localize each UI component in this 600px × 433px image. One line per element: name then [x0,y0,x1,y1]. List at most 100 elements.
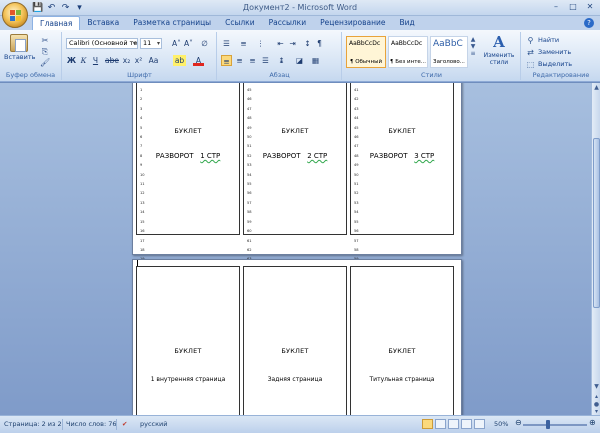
tab-page-layout[interactable]: Разметка страницы [126,16,218,30]
maximize-button[interactable]: □ [565,1,581,13]
line-number: 47 [247,106,252,111]
tab-view[interactable]: Вид [392,16,421,30]
bullets-icon[interactable]: ☰ [221,38,232,49]
window-title: Документ2 - Microsoft Word [242,3,358,12]
line-number: 17 [140,238,145,243]
help-icon[interactable]: ? [584,18,594,28]
previous-page-icon[interactable]: ▴ [593,393,600,401]
align-center-icon[interactable]: ≡ [234,55,245,66]
language-indicator[interactable]: русский [140,420,168,428]
borders-icon[interactable]: ▦ [310,55,321,66]
booklet-heading: БУКЛЕТ [281,127,309,135]
tab-insert[interactable]: Вставка [80,16,126,30]
strikethrough-button[interactable]: abe [105,55,119,66]
underline-button[interactable]: Ч [90,55,101,66]
sort-icon[interactable]: ↕ [302,38,313,49]
style-name: ¶ Без инте... [389,59,427,65]
spread-text: РАЗВОРОТ [262,152,301,160]
multilevel-list-icon[interactable]: ⋮ [255,38,266,49]
italic-button[interactable]: К [78,55,89,66]
decrease-indent-icon[interactable]: ⇤ [275,38,286,49]
justify-icon[interactable]: ☰ [260,55,271,66]
office-logo-icon [10,10,21,21]
clipboard-group-label: Буфер обмена [5,71,56,79]
subscript-button[interactable]: x₂ [121,55,132,66]
scroll-thumb[interactable] [593,138,600,308]
change-case-button[interactable]: Aa [147,55,160,66]
word-count[interactable]: Число слов: 76 [66,420,117,428]
replace-button[interactable]: ⇄ Заменить [526,47,571,57]
font-name-combo[interactable]: Calibri (Основной те [66,38,138,49]
close-button[interactable]: ✕ [582,1,598,13]
spread-text: РАЗВОРОТ [155,152,194,160]
outline-view-button[interactable] [461,419,472,429]
cut-icon[interactable]: ✂ [40,36,50,45]
tab-review[interactable]: Рецензирование [313,16,392,30]
line-spacing-icon[interactable]: ↨ [276,55,287,66]
styles-more-icon[interactable]: ≡ [469,50,477,57]
document-page-2[interactable]: БУКЛЕТ 1 внутренняя страница БУКЛЕТ Задн… [132,259,462,415]
zoom-in-icon[interactable]: ⊕ [589,418,596,427]
office-button[interactable] [2,2,28,28]
font-size-combo[interactable]: 11 [140,38,162,49]
paste-button[interactable]: Вставить [4,34,35,61]
bold-button[interactable]: Ж [66,55,77,66]
font-color-button[interactable]: A [193,55,204,66]
find-button[interactable]: ⚲ Найти [526,35,560,45]
increase-indent-icon[interactable]: ⇥ [287,38,298,49]
grow-font-button[interactable]: A˄ [171,38,182,49]
vertical-scrollbar[interactable]: ▲ ▼ ▴ ● ▾ [591,83,600,415]
zoom-slider[interactable] [523,424,587,426]
booklet-heading: БУКЛЕТ [281,347,309,355]
replace-icon: ⇄ [527,47,534,57]
clear-format-button[interactable]: ∅ [199,38,210,49]
line-number: 45 [247,88,252,92]
line-number: 53 [354,200,359,205]
line-number: 58 [354,247,359,252]
styles-down-icon[interactable]: ▼ [469,43,477,50]
minimize-button[interactable]: – [548,1,564,13]
print-layout-view-button[interactable] [422,419,433,429]
scroll-down-icon[interactable]: ▼ [593,383,600,391]
proofing-icon[interactable]: ✔ [122,420,127,428]
draft-view-button[interactable] [474,419,485,429]
format-painter-icon[interactable]: 🖌 [40,58,50,67]
document-page-1[interactable]: 123456789101112131415161718192021 БУКЛЕТ… [132,83,462,280]
change-styles-button[interactable]: A Изменить стили [480,34,518,67]
zoom-level[interactable]: 50% [494,420,508,428]
tab-mailings[interactable]: Рассылки [262,16,314,30]
line-number: 55 [247,182,252,187]
select-button[interactable]: ⬚ Выделить [526,59,572,69]
styles-scroll[interactable]: ▲ ▼ ≡ [469,36,477,68]
style-no-spacing[interactable]: AaBbCcDc ¶ Без инте... [388,36,428,68]
show-marks-icon[interactable]: ¶ [314,38,325,49]
page-count[interactable]: Страница: 2 из 2 [4,420,62,428]
highlight-button[interactable]: ab [173,55,186,66]
style-name: ¶ Обычный [349,59,383,65]
copy-icon[interactable]: ⎘ [40,47,50,56]
full-screen-view-button[interactable] [435,419,446,429]
align-right-icon[interactable]: ≡ [247,55,258,66]
scroll-up-icon[interactable]: ▲ [593,84,600,92]
numbering-icon[interactable]: ≡ [238,38,249,49]
spread-text: РАЗВОРОТ [369,152,408,160]
zoom-slider-handle[interactable] [546,420,550,429]
status-divider [116,419,117,430]
tab-references[interactable]: Ссылки [218,16,261,30]
styles-up-icon[interactable]: ▲ [469,36,477,43]
align-left-icon[interactable]: ≡ [221,55,232,66]
style-heading[interactable]: AaBbC Заголово... [430,36,468,68]
line-number: 61 [247,238,252,243]
zoom-out-icon[interactable]: ⊖ [515,418,522,427]
style-normal[interactable]: AaBbCcDc ¶ Обычный [346,36,386,68]
style-preview: AaBbC [433,39,463,49]
document-area[interactable]: 123456789101112131415161718192021 БУКЛЕТ… [0,83,591,415]
superscript-button[interactable]: x² [133,55,144,66]
tab-home[interactable]: Главная [32,16,81,30]
spread-label: РАЗВОРОТ 3 СТР [351,152,453,160]
line-number: 4 [140,116,143,121]
panel-description: Задняя страница [267,376,323,383]
shrink-font-button[interactable]: A˅ [183,38,194,49]
shading-icon[interactable]: ◪ [294,55,305,66]
web-layout-view-button[interactable] [448,419,459,429]
